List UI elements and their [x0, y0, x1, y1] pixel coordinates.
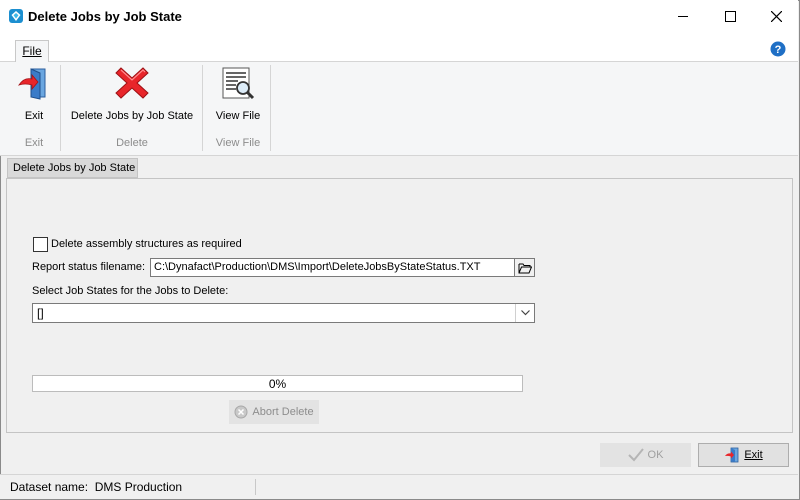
view-file-magnifier-icon: [222, 67, 255, 100]
job-states-label: Select Job States for the Jobs to Delete…: [32, 285, 229, 297]
ribbon-group-label-delete: Delete: [116, 137, 148, 149]
window-title: Delete Jobs by Job State: [28, 9, 182, 24]
ribbon-separator: [270, 65, 271, 151]
report-filename-label: Report status filename:: [32, 261, 146, 273]
checkmark-icon: [627, 448, 644, 462]
ribbon-group-delete: Delete Jobs by Job State Delete: [64, 62, 200, 155]
tab-delete-jobs-by-job-state[interactable]: Delete Jobs by Job State: [7, 158, 138, 178]
minimize-button[interactable]: [660, 0, 706, 32]
progress-bar: 0%: [32, 375, 523, 392]
job-states-value: []: [37, 306, 44, 320]
ribbon-exit-label: Exit: [24, 110, 44, 122]
help-icon[interactable]: ?: [770, 41, 786, 57]
title-bar: Delete Jobs by Job State: [0, 0, 798, 32]
ribbon-separator: [60, 65, 61, 151]
ribbon-delete-jobs-button[interactable]: Delete Jobs by Job State: [64, 65, 200, 127]
exit-button-label: Exit: [744, 449, 763, 461]
dropdown-arrow[interactable]: [515, 304, 534, 322]
abort-icon: [234, 405, 248, 419]
delete-assembly-checkbox[interactable]: [33, 237, 48, 252]
maximize-button[interactable]: [707, 0, 753, 32]
abort-delete-button[interactable]: Abort Delete: [229, 400, 319, 424]
minimize-icon: [678, 16, 688, 17]
ribbon-group-label-view-file: View File: [215, 137, 261, 149]
job-states-dropdown[interactable]: []: [32, 303, 535, 323]
exit-door-icon: [725, 447, 739, 463]
ok-button-label: OK: [647, 449, 664, 461]
ribbon-separator: [202, 65, 203, 151]
close-icon: [770, 10, 782, 22]
ribbon-group-view-file: View File View File: [206, 62, 270, 155]
tab-file[interactable]: File: [15, 40, 49, 62]
app-icon: [9, 9, 23, 23]
exit-button[interactable]: Exit: [698, 443, 789, 467]
status-bar: Dataset name: DMS Production: [0, 474, 798, 499]
ribbon-group-exit: Exit Exit: [8, 62, 60, 155]
browse-button[interactable]: [515, 258, 535, 277]
abort-delete-label: Abort Delete: [252, 406, 314, 418]
ribbon-tab-strip: File ?: [0, 32, 798, 62]
exit-door-icon: [18, 68, 46, 100]
svg-text:?: ?: [775, 44, 782, 56]
ribbon: Exit Exit Delete Jobs by Job State Delet…: [0, 62, 798, 156]
progress-text: 0%: [268, 377, 287, 391]
open-folder-icon: [518, 263, 532, 273]
chevron-down-icon: [520, 310, 530, 316]
ribbon-group-label-exit: Exit: [24, 137, 44, 149]
ok-button[interactable]: OK: [600, 443, 691, 467]
ribbon-delete-label: Delete Jobs by Job State: [70, 110, 194, 122]
report-filename-input[interactable]: C:\Dynafact\Production\DMS\Import\Delete…: [150, 258, 515, 277]
maximize-icon: [724, 10, 736, 22]
dataset-name: Dataset name: DMS Production: [10, 480, 183, 494]
ribbon-exit-button[interactable]: Exit: [8, 65, 60, 127]
status-separator: [255, 479, 256, 495]
red-x-delete-icon: [115, 67, 149, 99]
ribbon-view-file-label: View File: [215, 110, 261, 122]
close-button[interactable]: [753, 0, 799, 32]
ribbon-view-file-button[interactable]: View File: [206, 65, 270, 127]
delete-assembly-label: Delete assembly structures as required: [51, 238, 242, 250]
